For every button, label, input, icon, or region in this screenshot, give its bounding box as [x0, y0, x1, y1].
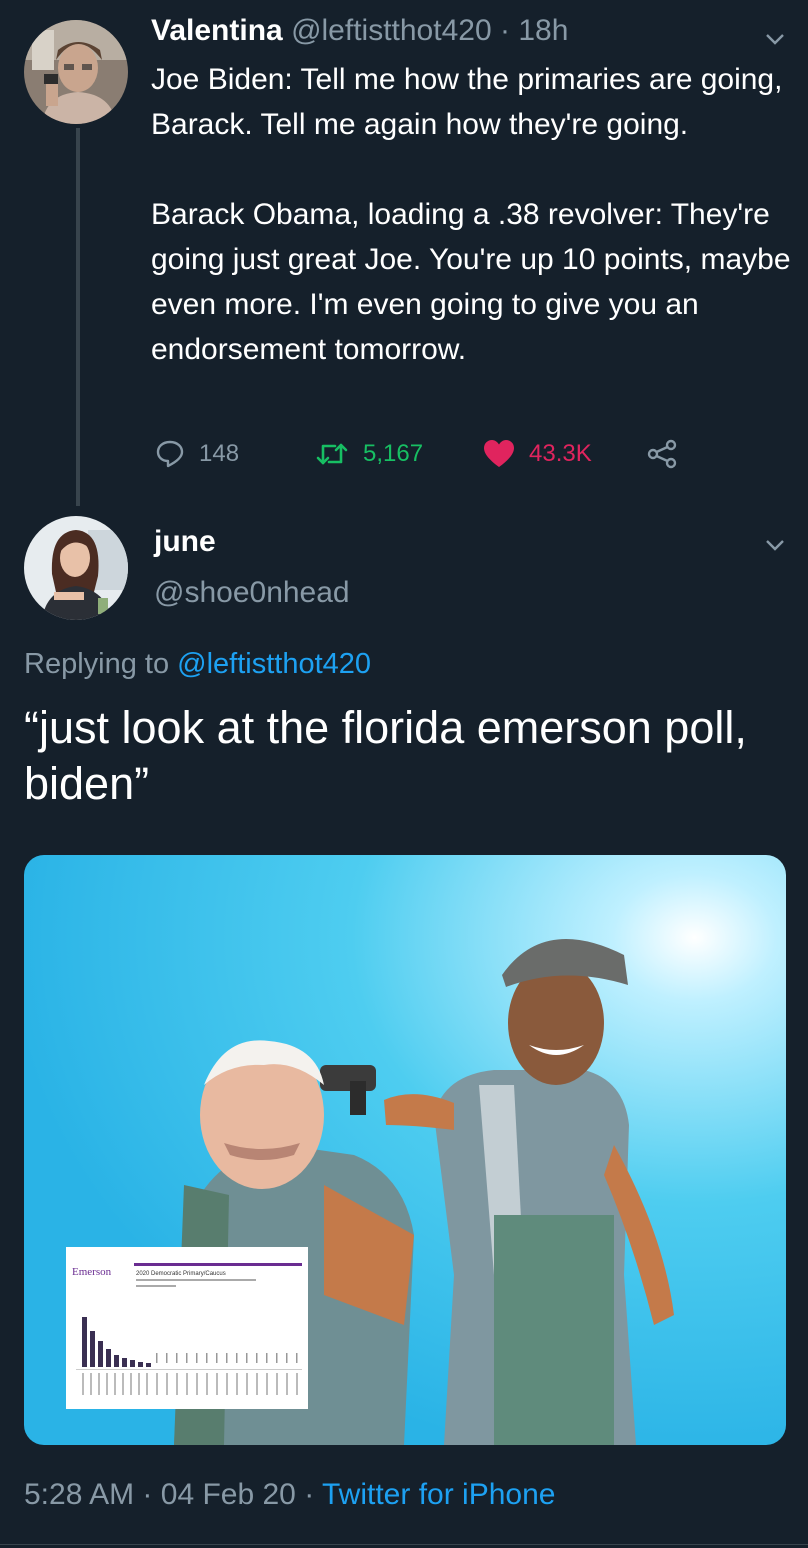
heart-icon	[483, 439, 515, 469]
chevron-down-icon[interactable]	[764, 534, 786, 556]
tweet-time[interactable]: 5:28 AM	[24, 1478, 134, 1511]
emerson-brand-text: Emerson	[72, 1266, 112, 1278]
avatar-valentina[interactable]	[24, 20, 128, 124]
reply-count: 148	[199, 440, 240, 467]
tweet-footer-meta: 5:28 AM · 04 Feb 20 · Twitter for iPhone	[24, 1478, 555, 1512]
separator: ·	[142, 1478, 153, 1511]
chevron-down-icon[interactable]	[764, 28, 786, 50]
replying-to-line: Replying to @leftistthot420	[24, 648, 371, 681]
emerson-chart-title: 2020 Democratic Primary/Caucus	[136, 1271, 226, 1277]
divider	[0, 1544, 808, 1545]
reply-button[interactable]: 148	[155, 434, 239, 474]
tweet1-body: Joe Biden: Tell me how the primaries are…	[151, 57, 791, 372]
like-count: 43.3K	[529, 440, 592, 467]
retweet-button[interactable]: 5,167	[315, 434, 423, 474]
tweet2-body: “just look at the florida emerson poll, …	[24, 702, 747, 809]
tweet-date[interactable]: 04 Feb 20	[161, 1478, 296, 1511]
display-name[interactable]: Valentina	[151, 14, 283, 47]
tweet-source-link[interactable]: Twitter for iPhone	[322, 1478, 555, 1511]
tweet1-paragraph-1: Joe Biden: Tell me how the primaries are…	[151, 63, 783, 141]
retweet-count: 5,167	[363, 440, 424, 467]
reply-icon	[155, 439, 185, 469]
replying-to-label: Replying to	[24, 648, 170, 680]
tweet1-paragraph-2: Barack Obama, loading a .38 revolver: Th…	[151, 198, 791, 366]
replying-to-handle-link[interactable]: @leftistthot420	[177, 648, 371, 680]
avatar-june[interactable]	[24, 516, 128, 620]
separator: ·	[304, 1478, 315, 1511]
like-button[interactable]: 43.3K	[483, 434, 592, 474]
share-icon	[647, 439, 679, 469]
tweet-media-image[interactable]: Emerson 2020 Democratic Primary/Caucus	[24, 855, 786, 1445]
share-button[interactable]	[647, 434, 679, 474]
tweet-time[interactable]: 18h	[518, 14, 568, 47]
user-handle[interactable]: @shoe0nhead	[154, 576, 350, 610]
display-name[interactable]: june	[154, 525, 216, 559]
tweet1-header: Valentina @leftistthot420 · 18h	[151, 14, 568, 48]
thread-connector-line	[76, 128, 80, 506]
emerson-poll-chart-card: Emerson 2020 Democratic Primary/Caucus	[66, 1247, 308, 1409]
retweet-icon	[315, 439, 349, 469]
separator: ·	[499, 14, 510, 47]
user-handle[interactable]: @leftistthot420	[291, 14, 492, 47]
